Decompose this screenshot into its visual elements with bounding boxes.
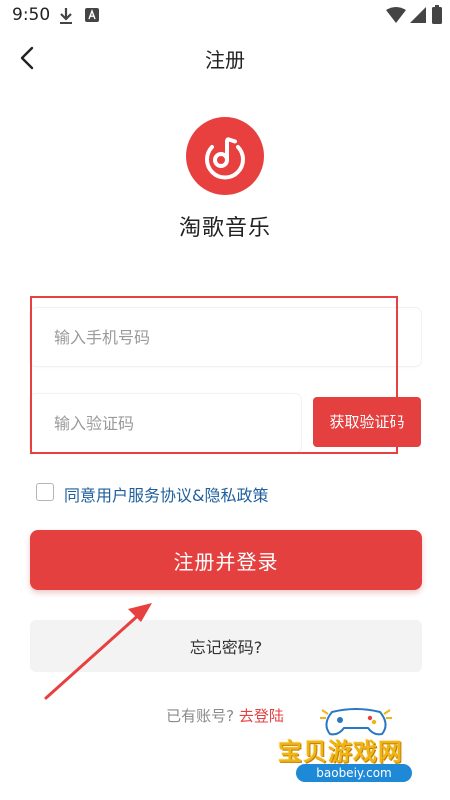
signal-icon (410, 7, 426, 27)
get-code-button[interactable]: 获取验证码 (313, 397, 421, 447)
code-field (30, 394, 301, 452)
phone-field (30, 308, 421, 366)
forgot-password-button[interactable]: 忘记密码? (30, 620, 422, 672)
wifi-icon (386, 7, 406, 27)
verification-code-input[interactable] (30, 394, 301, 452)
status-time: 9:50 (12, 5, 51, 25)
login-prompt: 已有账号? (166, 707, 235, 725)
register-screen: 9:50 注册 淘歌音乐 输入手机号码 输入验证码 获取验证码 同意用户服务协议… (0, 0, 450, 800)
watermark-title: 宝贝游戏网 (278, 738, 403, 766)
page-title: 注册 (205, 48, 245, 72)
watermark-logo: 宝贝游戏网 baobeiy.com (272, 702, 442, 792)
status-bar: 9:50 (0, 0, 450, 32)
app-logo (186, 117, 264, 195)
app-name: 淘歌音乐 (178, 216, 271, 241)
font-a-icon (84, 7, 100, 27)
music-note-icon (205, 137, 245, 180)
battery-icon (432, 5, 442, 28)
phone-input[interactable] (30, 308, 421, 366)
agreement-checkbox[interactable] (36, 483, 54, 501)
register-login-button[interactable]: 注册并登录 (30, 530, 422, 590)
watermark-url: baobeiy.com (296, 764, 412, 782)
download-icon (58, 7, 74, 29)
agreement-link[interactable]: 同意用户服务协议&隐私政策 (64, 482, 268, 506)
